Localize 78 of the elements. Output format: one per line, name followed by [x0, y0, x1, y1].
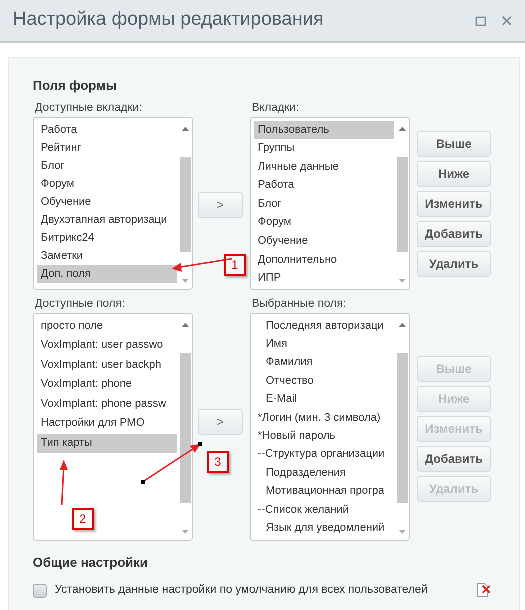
- list-item[interactable]: Работа: [37, 120, 177, 138]
- annotation-arrow: [60, 460, 68, 506]
- list-item[interactable]: Личные данные: [254, 158, 394, 176]
- scroll-thumb[interactable]: [180, 157, 191, 252]
- list-item[interactable]: Пользователь: [254, 120, 394, 140]
- action-button[interactable]: Ниже: [417, 160, 491, 186]
- list-item[interactable]: Блог: [37, 156, 177, 174]
- annotation-number: 1: [224, 254, 246, 276]
- list-item[interactable]: Подразделения: [254, 464, 394, 482]
- scroll-down-icon[interactable]: [399, 278, 406, 282]
- list-item[interactable]: Блог: [254, 194, 394, 214]
- list-item[interactable]: Работа: [254, 176, 394, 195]
- list-item[interactable]: *Логин (мин. 3 символа): [254, 408, 394, 427]
- maximize-icon[interactable]: [475, 14, 487, 26]
- checkbox[interactable]: [33, 584, 47, 598]
- list-item[interactable]: Мотивационная програ: [254, 482, 394, 501]
- section-title: Поля формы: [33, 77, 118, 95]
- scroll-up-icon[interactable]: [182, 126, 189, 130]
- scroll-thumb[interactable]: [397, 157, 408, 252]
- scroll-down-icon[interactable]: [399, 530, 406, 534]
- list-item[interactable]: Последняя авторизаци: [254, 316, 394, 335]
- field-label: Доступные вкладки:: [35, 102, 144, 114]
- section-title: Общие настройки: [33, 554, 149, 572]
- action-button[interactable]: Удалить: [417, 250, 491, 276]
- list-item[interactable]: VoxImplant: user backph: [37, 356, 177, 375]
- selected-list[interactable]: Последняя авторизаци Имя Фамилия Отчество E-Mail *Логин (мин. 3 символа) *Новый пароль --Структура организации Подразделения Мотивационная програ --Список желаний Язык для уведомлений: [250, 312, 410, 540]
- list-item[interactable]: Отчество: [254, 372, 394, 390]
- list-item[interactable]: Тип карты: [37, 434, 177, 453]
- annotation-arrow: [141, 442, 202, 484]
- list-item[interactable]: Рейтинг: [37, 138, 177, 156]
- action-button[interactable]: Добавить: [417, 446, 491, 472]
- scroll-down-icon[interactable]: [182, 278, 189, 282]
- list-item[interactable]: Битрикс24: [37, 228, 177, 246]
- list-item[interactable]: --Структура организации: [254, 445, 394, 464]
- field-label: Выбранные поля:: [252, 298, 348, 310]
- annotation-number: 2: [72, 508, 94, 530]
- scroll-up-icon[interactable]: [182, 322, 189, 326]
- list-item[interactable]: VoxImplant: user passwo: [37, 336, 177, 356]
- field-label: Вкладки:: [252, 102, 300, 114]
- list-item[interactable]: Имя: [254, 334, 394, 354]
- list-item[interactable]: Доп. поля: [37, 264, 177, 282]
- list-item[interactable]: Обучение: [37, 192, 177, 210]
- list-item[interactable]: E-Mail: [254, 390, 394, 409]
- list-item[interactable]: ИПР: [254, 269, 394, 286]
- action-button[interactable]: Изменить: [417, 190, 491, 216]
- list-item[interactable]: Группы: [254, 139, 394, 158]
- selected-list[interactable]: Пользователь Группы Личные данные Работа Блог Форум Обучение Дополнительно ИПР: [250, 116, 410, 290]
- list-item[interactable]: Двухэтапная авторизаци: [37, 210, 177, 228]
- list-item[interactable]: Настройки для РМО: [37, 414, 177, 434]
- checkbox-label: Установить данные настройки по умолчанию для всех пользователей: [55, 583, 429, 598]
- available-list[interactable]: Работа Рейтинг Блог Форум Обучение Двухэтапная авторизаци Битрикс24 Заметки Доп. поля: [33, 116, 193, 290]
- list-item[interactable]: VoxImplant: phone: [37, 375, 177, 394]
- delete-icon[interactable]: [477, 583, 491, 598]
- annotation-arrow: [172, 258, 232, 272]
- list-item[interactable]: *Новый пароль: [254, 426, 394, 446]
- close-icon[interactable]: [501, 14, 513, 26]
- window-title: Настройка формы редактирования: [13, 8, 325, 32]
- list-item[interactable]: Заметки: [37, 246, 177, 264]
- scroll-thumb[interactable]: [397, 353, 408, 503]
- scroll-up-icon[interactable]: [399, 322, 406, 326]
- scroll-thumb[interactable]: [180, 353, 191, 503]
- list-item[interactable]: Язык для уведомлений: [254, 518, 394, 536]
- annotation-number: 3: [207, 451, 229, 473]
- field-label: Доступные поля:: [35, 298, 126, 310]
- move-right-button[interactable]: >: [198, 192, 243, 218]
- list-item[interactable]: VoxImplant: phone passw: [37, 394, 177, 414]
- action-button[interactable]: Добавить: [417, 220, 491, 246]
- list-item[interactable]: --Список желаний: [254, 500, 394, 519]
- list-item[interactable]: Форум: [37, 174, 177, 192]
- action-button[interactable]: Выше: [417, 130, 491, 156]
- list-item[interactable]: Обучение: [254, 232, 394, 251]
- list-item[interactable]: просто поле: [37, 316, 177, 336]
- move-right-button[interactable]: >: [198, 408, 243, 434]
- scroll-down-icon[interactable]: [182, 530, 189, 534]
- list-item[interactable]: Форум: [254, 213, 394, 232]
- scroll-up-icon[interactable]: [399, 126, 406, 130]
- list-item[interactable]: Дополнительно: [254, 250, 394, 270]
- list-item[interactable]: Фамилия: [254, 353, 394, 372]
